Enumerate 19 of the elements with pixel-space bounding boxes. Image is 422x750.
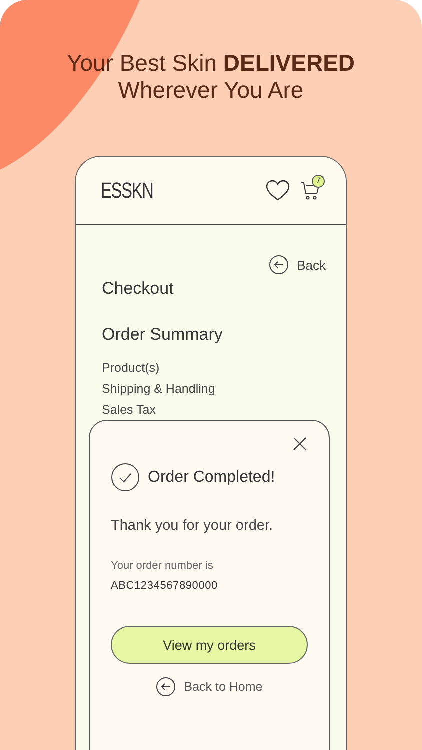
view-orders-button[interactable]: View my orders <box>111 626 308 664</box>
order-number-label: Your order number is <box>111 560 214 572</box>
headline-text: Your Best Skin DELIVERED <box>66 50 356 77</box>
back-to-home-link[interactable]: Back to Home <box>156 677 263 697</box>
close-button[interactable] <box>292 437 308 453</box>
thank-you-message: Thank you for your order. <box>111 518 274 534</box>
logo: ESSKN <box>101 178 154 204</box>
dialog-title: Order Completed! <box>148 468 276 486</box>
back-link[interactable]: Back <box>269 255 326 275</box>
summary-line-label: Sales Tax <box>102 403 157 417</box>
order-number: ABC1234567890000 <box>111 580 219 592</box>
check-circle-icon <box>111 463 140 492</box>
summary-line-label: Shipping & Handling <box>102 382 216 396</box>
headline-text: Wherever You Are <box>118 77 304 104</box>
section-title: Order Summary <box>102 325 224 345</box>
heart-icon[interactable] <box>266 180 290 201</box>
cart-icon[interactable] <box>300 180 322 202</box>
summary-line-label: Product(s) <box>102 361 161 375</box>
page-title: Checkout <box>102 279 175 299</box>
